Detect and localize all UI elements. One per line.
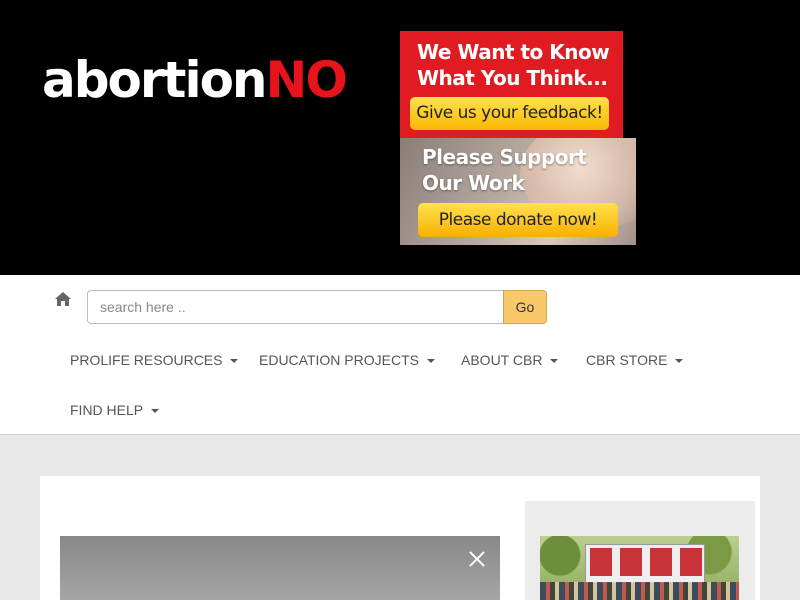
logo-text-abortion: abortion (42, 51, 268, 109)
caret-down-icon (675, 359, 684, 364)
video-player[interactable] (60, 536, 500, 600)
caret-down-icon (151, 409, 160, 414)
sidebar-photo[interactable] (540, 536, 739, 600)
donate-banner[interactable]: Please Support Our Work Please donate no… (400, 138, 636, 245)
menu-prolife-resources-label: PROLIFE RESOURCES (70, 352, 223, 368)
caret-down-icon (550, 359, 559, 364)
truck-panel (650, 548, 672, 576)
menu-about-cbr-label: ABOUT CBR (461, 352, 543, 368)
menu-find-help-label: FIND HELP (70, 402, 144, 418)
caret-down-icon (230, 359, 239, 364)
sidebar (525, 501, 755, 600)
menu-education-projects-label: EDUCATION PROJECTS (259, 352, 419, 368)
menu-cbr-store[interactable]: CBR STORE (586, 350, 684, 370)
truck-panel (590, 548, 612, 576)
search-go-button[interactable]: Go (503, 290, 547, 324)
crowd (540, 582, 739, 600)
home-icon[interactable] (54, 291, 72, 307)
menu-cbr-store-label: CBR STORE (586, 352, 668, 368)
close-icon[interactable] (468, 550, 486, 568)
logo-text-no: NO (265, 51, 348, 109)
truck-panel (620, 548, 642, 576)
menu-prolife-resources[interactable]: PROLIFE RESOURCES (70, 350, 239, 370)
menu-find-help[interactable]: FIND HELP (70, 400, 160, 420)
menu-education-projects[interactable]: EDUCATION PROJECTS (259, 350, 435, 370)
display-truck (585, 544, 705, 584)
menu-about-cbr[interactable]: ABOUT CBR (461, 350, 559, 370)
main-navigation: Go PROLIFE RESOURCES EDUCATION PROJECTS … (0, 275, 800, 435)
main-content (40, 476, 760, 600)
feedback-button[interactable]: Give us your feedback! (410, 97, 609, 130)
site-header: abortionNO We Want to Know What You Thin… (0, 0, 800, 275)
search-input[interactable] (87, 290, 504, 324)
feedback-banner-title: We Want to Know What You Think... (417, 40, 610, 90)
donate-button[interactable]: Please donate now! (418, 203, 618, 237)
truck-panel (680, 548, 702, 576)
feedback-banner[interactable]: We Want to Know What You Think... Give u… (400, 31, 623, 138)
caret-down-icon (426, 359, 435, 364)
donate-banner-title: Please Support Our Work (422, 145, 587, 195)
site-logo[interactable]: abortionNO (42, 50, 348, 110)
